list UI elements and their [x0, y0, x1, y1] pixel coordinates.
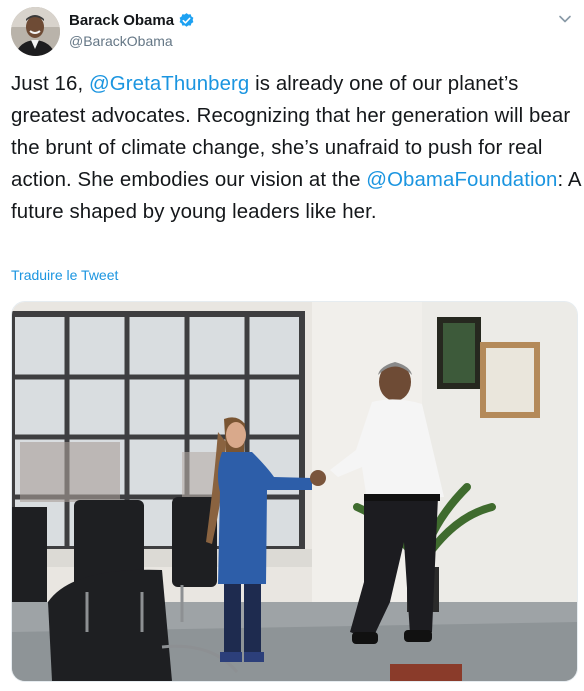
mention-obama-foundation[interactable]: @ObamaFoundation	[366, 169, 557, 191]
mention-greta-thunberg[interactable]: @GretaThunberg	[89, 73, 249, 95]
tweet-text-segment: Just 16,	[11, 73, 89, 95]
tweet-photo[interactable]	[11, 301, 578, 682]
tweet-text: Just 16, @GretaThunberg is already one o…	[11, 68, 581, 228]
verified-badge-icon	[178, 12, 195, 29]
author-name-row[interactable]: Barack Obama	[69, 12, 195, 29]
author-handle[interactable]: @BarackObama	[69, 33, 173, 49]
tweet: Barack Obama @BarackObama Just 16, @Gret…	[0, 0, 584, 691]
translate-tweet-link[interactable]: Traduire le Tweet	[11, 267, 118, 283]
avatar[interactable]	[11, 7, 60, 56]
author-display-name[interactable]: Barack Obama	[69, 12, 174, 29]
chevron-down-icon[interactable]	[558, 12, 572, 26]
